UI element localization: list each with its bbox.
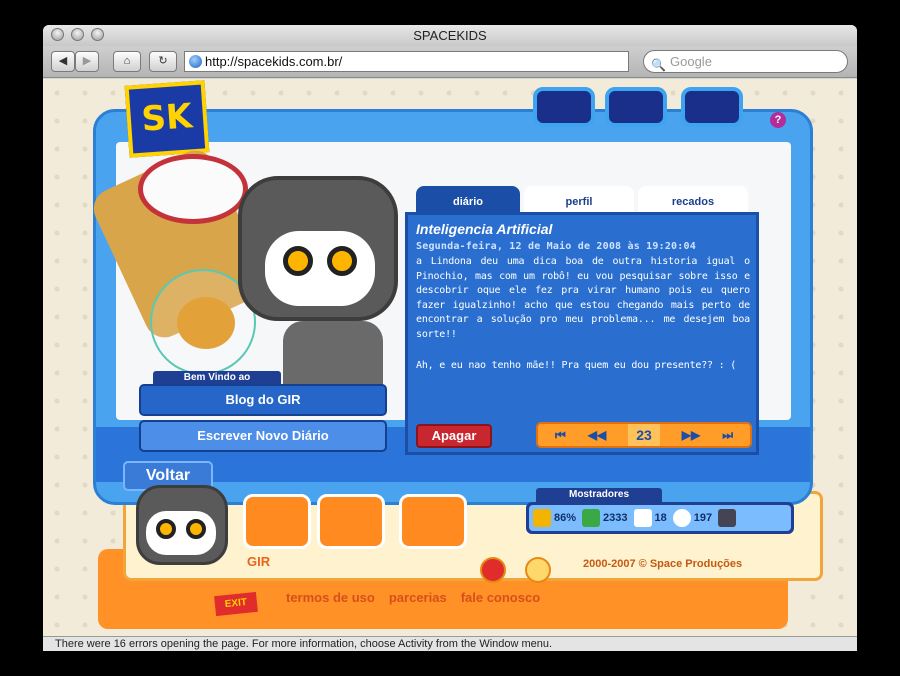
blog-title-button[interactable]: Blog do GIR xyxy=(139,384,387,416)
welcome-label: Bem Vindo ao xyxy=(153,371,281,385)
new-diary-button[interactable]: Escrever Novo Diário xyxy=(139,420,387,452)
window-controls xyxy=(51,28,104,41)
mostradores-label: Mostradores xyxy=(536,488,662,502)
diary-paragraph: Ah, e eu nao tenho mãe!! Pra quem eu dou… xyxy=(416,359,737,371)
diary-paragraph: a Lindona deu uma dica boa de outra hist… xyxy=(416,256,750,340)
diary-body: a Lindona deu uma dica boa de outra hist… xyxy=(416,255,750,373)
bag-icon[interactable] xyxy=(480,557,506,583)
browser-window: SPACEKIDS ◀ ▶ ⌂ ↻ http://spacekids.com.b… xyxy=(43,25,857,651)
chat-icon xyxy=(672,509,691,527)
robot-eye-icon xyxy=(283,246,313,276)
address-bar[interactable]: http://spacekids.com.br/ xyxy=(184,51,629,72)
dome-item-slot[interactable] xyxy=(243,494,311,549)
tab-perfil[interactable]: perfil xyxy=(524,186,634,212)
minimize-window-button[interactable] xyxy=(71,28,84,41)
partners-link[interactable]: parcerias xyxy=(389,590,447,605)
title-bar: SPACEKIDS xyxy=(43,25,857,46)
help-icon[interactable]: ? xyxy=(770,112,786,128)
fish-character-image xyxy=(177,297,235,349)
zoom-window-button[interactable] xyxy=(91,28,104,41)
character-name: GIR xyxy=(247,554,271,569)
robot-face-image xyxy=(265,231,375,306)
back-arrow-icon[interactable]: ◀ xyxy=(51,51,75,72)
tv-screen-icon[interactable] xyxy=(533,87,595,127)
rocket-nose-image xyxy=(138,154,248,224)
money-indicator[interactable]: 2333 xyxy=(582,509,628,527)
page-content: SK ? Bem Vindo ao Blog do GIR Escrever N… xyxy=(43,79,857,636)
rocket-item-slot[interactable] xyxy=(317,494,385,549)
search-placeholder: Google xyxy=(670,54,712,69)
diary-panel: Inteligencia Artificial Segunda-feira, 1… xyxy=(405,212,759,455)
tv-screen-icon[interactable] xyxy=(605,87,667,127)
tv-screen-icon[interactable] xyxy=(681,87,743,127)
spacekids-logo[interactable]: SK xyxy=(124,80,210,158)
mostradores-inner: 86% 2333 18 197 xyxy=(529,505,791,531)
gir-eye-icon xyxy=(156,519,176,539)
robot-icon[interactable] xyxy=(525,557,551,583)
fish-item-slot[interactable] xyxy=(399,494,467,549)
mail-indicator[interactable]: 18 xyxy=(633,509,667,527)
home-icon[interactable]: ⌂ xyxy=(113,51,141,72)
contact-link[interactable]: fale conosco xyxy=(461,590,540,605)
pagination: ⏮ ◀◀ 23 ▶▶ ⏭ xyxy=(536,422,752,448)
last-page-icon[interactable]: ⏭ xyxy=(722,428,733,443)
delete-button[interactable]: Apagar xyxy=(416,424,492,448)
robot-eye-icon xyxy=(327,246,357,276)
status-bar: There were 16 errors opening the page. F… xyxy=(43,636,857,651)
money-icon xyxy=(582,509,601,527)
tab-recados[interactable]: recados xyxy=(638,186,748,212)
chat-value: 197 xyxy=(693,512,713,524)
diary-title: Inteligencia Artificial xyxy=(416,221,553,237)
globe-icon xyxy=(189,55,202,68)
first-page-icon[interactable]: ⏮ xyxy=(555,428,566,443)
copyright-text: 2000-2007 © Space Produções xyxy=(583,558,743,570)
close-window-button[interactable] xyxy=(51,28,64,41)
diary-date: Segunda-feira, 12 de Maio de 2008 às 19:… xyxy=(416,241,696,252)
money-value: 2333 xyxy=(603,512,628,524)
energy-indicator[interactable]: 86% xyxy=(533,509,576,527)
monitor-icon xyxy=(718,509,737,527)
gauge-icon xyxy=(533,509,551,527)
mostradores-bar: 86% 2333 18 197 xyxy=(526,502,794,534)
prev-page-icon[interactable]: ◀◀ xyxy=(588,428,606,442)
gir-face-image xyxy=(146,511,216,555)
search-field[interactable]: 🔍 Google xyxy=(643,50,848,73)
gir-eye-icon xyxy=(186,519,206,539)
tab-bar: diário perfil recados xyxy=(416,186,748,212)
search-icon: 🔍 xyxy=(651,58,666,72)
energy-value: 86% xyxy=(554,512,577,524)
tab-diario[interactable]: diário xyxy=(416,186,520,212)
reload-icon[interactable]: ↻ xyxy=(149,51,177,72)
envelope-icon xyxy=(633,509,652,527)
chat-indicator[interactable]: 197 xyxy=(672,509,713,527)
footer-links: termos de uso parcerias fale conosco xyxy=(286,590,540,605)
mail-value: 18 xyxy=(654,512,667,524)
screen-indicator[interactable] xyxy=(718,509,737,527)
browser-toolbar: ◀ ▶ ⌂ ↻ http://spacekids.com.br/ 🔍 Googl… xyxy=(43,46,857,78)
window-title: SPACEKIDS xyxy=(413,28,487,43)
next-page-icon[interactable]: ▶▶ xyxy=(682,428,700,442)
forward-arrow-icon[interactable]: ▶ xyxy=(75,51,99,72)
url-text: http://spacekids.com.br/ xyxy=(205,54,343,69)
terms-link[interactable]: termos de uso xyxy=(286,590,375,605)
page-number: 23 xyxy=(628,424,660,446)
